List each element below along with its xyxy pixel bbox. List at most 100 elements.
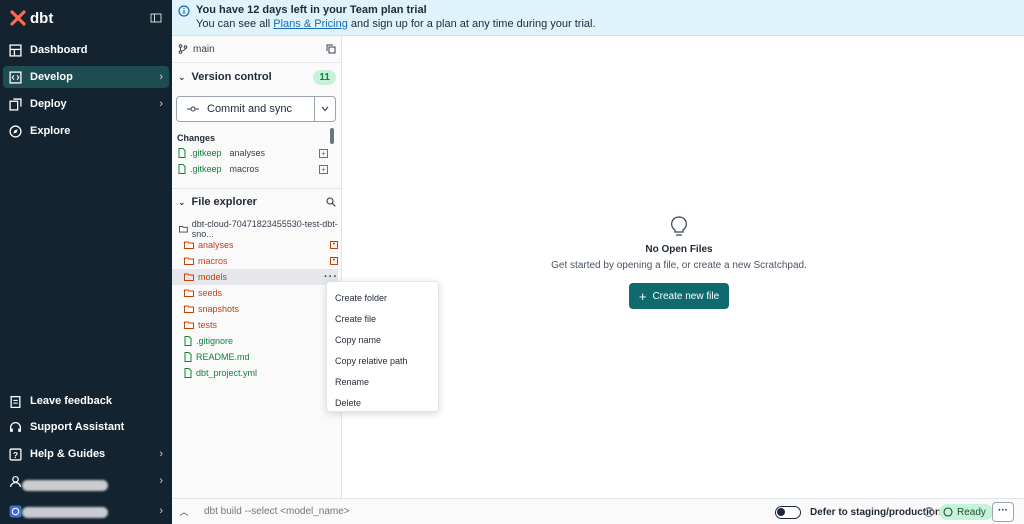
left-nav: dbt Dashboard Develop › Deploy › Explore…	[0, 0, 172, 524]
tree-folder[interactable]: models ···	[172, 269, 338, 285]
search-icon[interactable]	[326, 197, 336, 207]
change-item[interactable]: .gitkeep analyses +	[178, 145, 328, 161]
changes-scrollbar[interactable]	[330, 128, 334, 144]
folder-icon	[184, 257, 194, 265]
menu-item-rename[interactable]: Rename	[327, 371, 438, 392]
menu-item-delete[interactable]: Delete	[327, 392, 438, 413]
tree-item-name: models	[198, 272, 228, 282]
chevron-down-icon	[321, 106, 329, 112]
nav-label: Dashboard	[30, 44, 88, 56]
folder-icon	[184, 305, 194, 313]
nav-item-dashboard[interactable]: Dashboard	[3, 39, 169, 61]
question-icon[interactable]: ?	[924, 507, 934, 517]
org-avatar-icon	[9, 505, 22, 517]
nav-item-explore[interactable]: Explore	[3, 120, 169, 142]
tree-file[interactable]: dbt_project.yml+	[172, 365, 338, 381]
redacted-org-name	[22, 507, 108, 518]
empty-title: No Open Files	[645, 244, 713, 255]
copy-icon[interactable]	[326, 44, 336, 54]
version-control-title: Version control	[191, 71, 272, 83]
menu-item-copy-relative-path[interactable]: Copy relative path	[327, 350, 438, 371]
file-icon	[184, 336, 192, 346]
create-new-file-button[interactable]: + Create new file	[628, 283, 730, 309]
nav-label: Support Assistant	[30, 421, 125, 433]
nav-header: dbt	[0, 0, 172, 36]
tree-item-name: tests	[198, 320, 218, 330]
tree-folder[interactable]: tests•	[172, 317, 338, 333]
chevron-down-icon: ⌄	[178, 71, 186, 82]
chevron-right-icon: ›	[159, 448, 163, 460]
clipboard-icon	[10, 395, 21, 408]
brand-name: dbt	[30, 9, 54, 27]
code-icon	[9, 70, 22, 84]
dbt-logo[interactable]: dbt	[10, 10, 53, 27]
editor-area: No Open Files Get started by opening a f…	[343, 36, 1024, 498]
tree-item-name: macros	[198, 256, 228, 266]
check-circle-icon	[943, 507, 953, 517]
nav-label: Leave feedback	[30, 395, 112, 407]
tree-file[interactable]: .gitignore+	[172, 333, 338, 349]
file-icon	[178, 164, 186, 174]
deploy-icon	[9, 97, 22, 111]
panel-divider[interactable]	[172, 188, 342, 189]
change-item[interactable]: .gitkeep macros +	[178, 161, 328, 177]
folder-icon	[179, 225, 188, 233]
nav-item-help-guides[interactable]: ? Help & Guides ›	[3, 443, 169, 465]
nav-item-leave-feedback[interactable]: Leave feedback	[3, 390, 169, 412]
tree-item-name: seeds	[198, 288, 223, 298]
nav-item-support-assistant[interactable]: Support Assistant	[3, 416, 169, 438]
tree-item-name: analyses	[198, 240, 234, 250]
redacted-account-name	[22, 480, 108, 491]
menu-item-create-folder[interactable]: Create folder	[327, 287, 438, 308]
version-control-header[interactable]: ⌄ Version control 11	[172, 65, 342, 89]
command-input[interactable]	[204, 506, 504, 517]
chevron-down-icon: ⌄	[178, 196, 186, 207]
status-text: Ready	[957, 506, 986, 518]
chevron-up-icon[interactable]: ︿	[172, 505, 196, 518]
nav-item-deploy[interactable]: Deploy ›	[3, 93, 169, 115]
nav-label: Explore	[30, 125, 71, 137]
tree-item-name: dbt_project.yml	[196, 368, 258, 378]
commit-and-sync-button[interactable]: Commit and sync	[177, 97, 314, 121]
branch-name: main	[193, 43, 215, 55]
commit-and-sync-group: Commit and sync	[176, 96, 336, 122]
menu-item-copy-name[interactable]: Copy name	[327, 329, 438, 350]
tree-folder[interactable]: snapshots•	[172, 301, 338, 317]
file-explorer-header[interactable]: ⌄ File explorer	[172, 190, 342, 214]
defer-toggle[interactable]	[775, 506, 801, 519]
changes-count-badge: 11	[313, 69, 336, 85]
nav-item-develop[interactable]: Develop ›	[3, 66, 169, 88]
create-new-file-label: Create new file	[652, 290, 720, 302]
tree-file[interactable]: README.md+	[172, 349, 338, 365]
empty-subtitle: Get started by opening a file, or create…	[551, 260, 807, 271]
nav-label: Help & Guides	[30, 448, 106, 460]
file-icon	[184, 368, 192, 378]
change-file-dir: analyses	[229, 148, 266, 158]
menu-item-create-file[interactable]: Create file	[327, 308, 438, 329]
svg-text:?: ?	[13, 449, 18, 459]
folder-status-icon: •	[330, 257, 338, 265]
commit-options-dropdown[interactable]	[314, 97, 335, 121]
dashboard-icon	[9, 43, 22, 57]
tree-folder[interactable]: macros •	[172, 253, 338, 269]
ide-side-panel: main ⌄ Version control 11 Commit and syn…	[172, 36, 342, 498]
folder-status-icon: •	[330, 241, 338, 249]
banner-text: You can see all Plans & Pricing and sign…	[196, 17, 596, 31]
more-options-button[interactable]: ···	[992, 502, 1014, 522]
chevron-right-icon: ›	[159, 71, 163, 83]
plans-pricing-link[interactable]: Plans & Pricing	[273, 18, 348, 30]
tree-folder[interactable]: analyses •	[172, 237, 338, 253]
collapse-sidebar-icon[interactable]	[150, 12, 162, 24]
headset-icon	[9, 421, 22, 432]
tree-folder[interactable]: seeds•	[172, 285, 338, 301]
help-icon: ?	[9, 447, 22, 461]
project-root-folder[interactable]: dbt-cloud-70471823455530-test-dbt-sno...	[172, 219, 338, 239]
change-file-name: .gitkeep	[190, 164, 222, 174]
chevron-right-icon: ›	[159, 475, 163, 487]
status-badge[interactable]: Ready	[939, 504, 993, 520]
tree-item-name: README.md	[196, 352, 250, 362]
banner-text-before: You can see all	[196, 18, 274, 30]
nav-label: Deploy	[30, 98, 67, 110]
empty-state: No Open Files Get started by opening a f…	[343, 216, 1015, 309]
banner-text-after: and sign up for a plan at any time durin…	[347, 18, 596, 30]
